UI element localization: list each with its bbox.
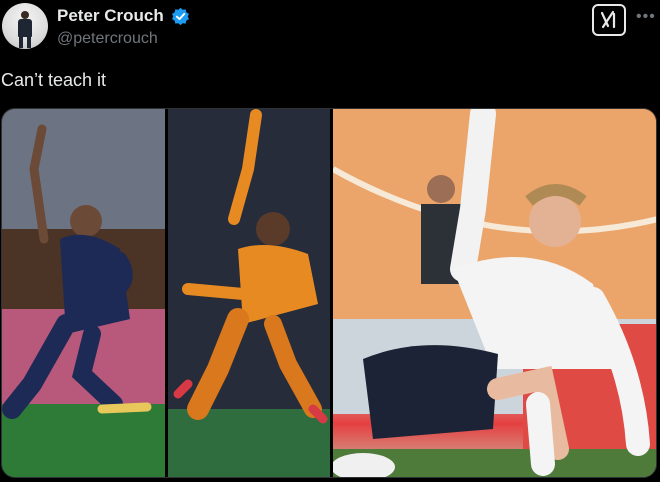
avatar-figure-legs [19, 36, 31, 48]
image-3-illustration [333, 109, 656, 477]
tweet-header: Peter Crouch @petercrouch ••• [0, 0, 660, 56]
media-image-3[interactable] [333, 109, 656, 477]
avatar[interactable] [2, 3, 48, 49]
grok-icon [600, 10, 616, 29]
image-1-illustration [2, 109, 165, 477]
author-name[interactable]: Peter Crouch [57, 6, 164, 26]
more-options-button[interactable]: ••• [636, 8, 656, 26]
avatar-figure-body [18, 19, 32, 37]
media-grid[interactable] [1, 108, 657, 478]
media-image-2[interactable] [168, 109, 330, 477]
author-handle[interactable]: @petercrouch [57, 30, 158, 48]
grok-button[interactable] [592, 4, 626, 36]
verified-badge-icon [172, 7, 189, 26]
more-options-icon: ••• [636, 8, 656, 25]
media-image-1[interactable] [2, 109, 165, 477]
avatar-figure-head [21, 11, 29, 19]
image-2-illustration [168, 109, 330, 477]
tweet-text: Can’t teach it [1, 70, 107, 90]
